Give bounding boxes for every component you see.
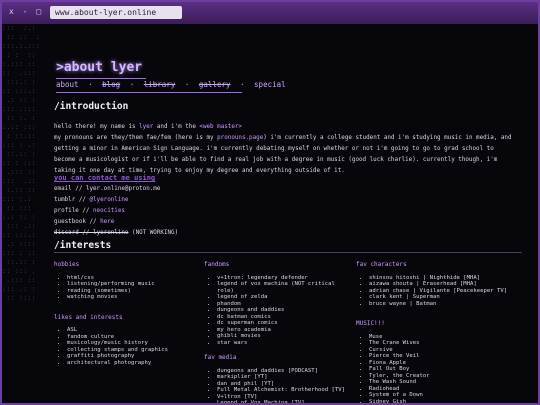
nav-library[interactable]: library (144, 80, 176, 89)
contact-label: tumblr // (54, 197, 86, 203)
title-bar: x - □ www.about-lyer.online (2, 2, 538, 24)
nav-gallery[interactable]: gallery (199, 80, 231, 89)
characters-column: fav characters shinsou hitoshi | Nighthi… (356, 261, 516, 404)
list-item: star wars (217, 340, 352, 347)
site-title: >about lyer (56, 60, 143, 75)
nav-special[interactable]: special (254, 80, 286, 89)
tumblr-link[interactable]: @lyeronline (89, 197, 128, 203)
introduction-text: hello there! my name is lyer and i'm the… (54, 122, 522, 177)
site-nav: about · blog · library · gallery · speci… (56, 80, 291, 89)
intro-text: ) i'm currently a college student and i'… (263, 135, 512, 141)
neocities-link[interactable]: neocities (93, 208, 125, 214)
hobbies-title: hobbies (54, 261, 80, 268)
hobbies-list: html/csslistening/performing musicreadin… (54, 275, 200, 301)
list-item: Legend of Vox Machina [TV] (217, 400, 352, 403)
music-list: MuseThe Crane WivesCursivePierce the Vei… (356, 334, 516, 404)
fav-media-list: dungeons and daddies [PODCAST]markiplier… (204, 368, 352, 404)
contact-email: email // lyer.online@proton.me (54, 186, 161, 192)
nav-divider (56, 92, 242, 93)
list-item: Sidney Gish (369, 399, 516, 404)
contact-label: profile // (54, 208, 90, 214)
likes-title: likes and interests (54, 313, 123, 321)
fav-characters-list: shinsou hitoshi | Nighthide [MHA]aizawa … (356, 275, 516, 308)
title-divider (56, 78, 146, 79)
nav-separator: · (184, 80, 190, 89)
interests-heading: /interests (54, 240, 112, 251)
pronouns-link[interactable]: pronouns.page (217, 135, 263, 141)
page-content: >about lyer about · blog · library · gal… (52, 60, 522, 403)
nav-about[interactable]: about (56, 80, 79, 89)
fandoms-column: fandoms v+1tron: legendary defenderlegen… (204, 261, 352, 404)
list-item: legend of vox machina (NOT critical role… (217, 281, 352, 294)
webmaster-highlight: <web master> (199, 124, 242, 130)
decorative-ascii-border: ::: :.: :: :: : :::.:.::: : : :: :.::: :… (2, 24, 40, 302)
contact-heading: you can contact me using (54, 174, 156, 182)
nav-separator: · (240, 80, 245, 89)
fav-media-title: fav media (204, 354, 237, 361)
name-highlight: lyer (139, 124, 154, 130)
intro-text: my pronouns are they/them fae/fem (here … (54, 135, 214, 141)
list-item: bruce wayne | Batman (369, 301, 516, 308)
browser-window: x - □ www.about-lyer.online ::: :.: :: :… (0, 0, 540, 405)
fandoms-title: fandoms (204, 261, 230, 268)
list-item: watching movies (67, 294, 200, 301)
contact-discord: discord // lyeronline (54, 230, 129, 236)
nav-separator: · (88, 80, 93, 89)
address-bar[interactable]: www.about-lyer.online (50, 6, 182, 19)
intro-text: hello there! my name is (54, 124, 136, 130)
discord-note: (NOT WORKING) (132, 230, 179, 236)
section-divider (54, 252, 522, 253)
intro-text: and i'm the (156, 124, 196, 130)
nav-separator: · (129, 80, 135, 89)
fandoms-list: v+1tron: legendary defenderlegend of vox… (204, 275, 352, 347)
list-item: architectural photography (67, 360, 200, 367)
nav-blog[interactable]: blog (102, 80, 120, 89)
introduction-heading: /introduction (54, 101, 129, 112)
list-item: Full Metal Alchemist: Brotherhood [TV] (217, 387, 352, 394)
intro-text: getting a minor in American Sign Languag… (54, 146, 494, 152)
fav-characters-title: fav characters (356, 261, 407, 268)
window-controls[interactable]: x - □ (9, 7, 43, 16)
contact-list: email // lyer.online@proton.me tumblr //… (54, 184, 178, 239)
likes-list: ASLfandom culturemusicology/music histor… (54, 327, 200, 366)
music-title: MUSIC!!! (356, 320, 385, 327)
intro-text: become a musicologist or if i'll be able… (54, 157, 498, 163)
guestbook-link[interactable]: here (100, 219, 114, 225)
contact-label: guestbook // (54, 219, 97, 225)
hobbies-column: hobbies html/csslistening/performing mus… (54, 261, 200, 366)
